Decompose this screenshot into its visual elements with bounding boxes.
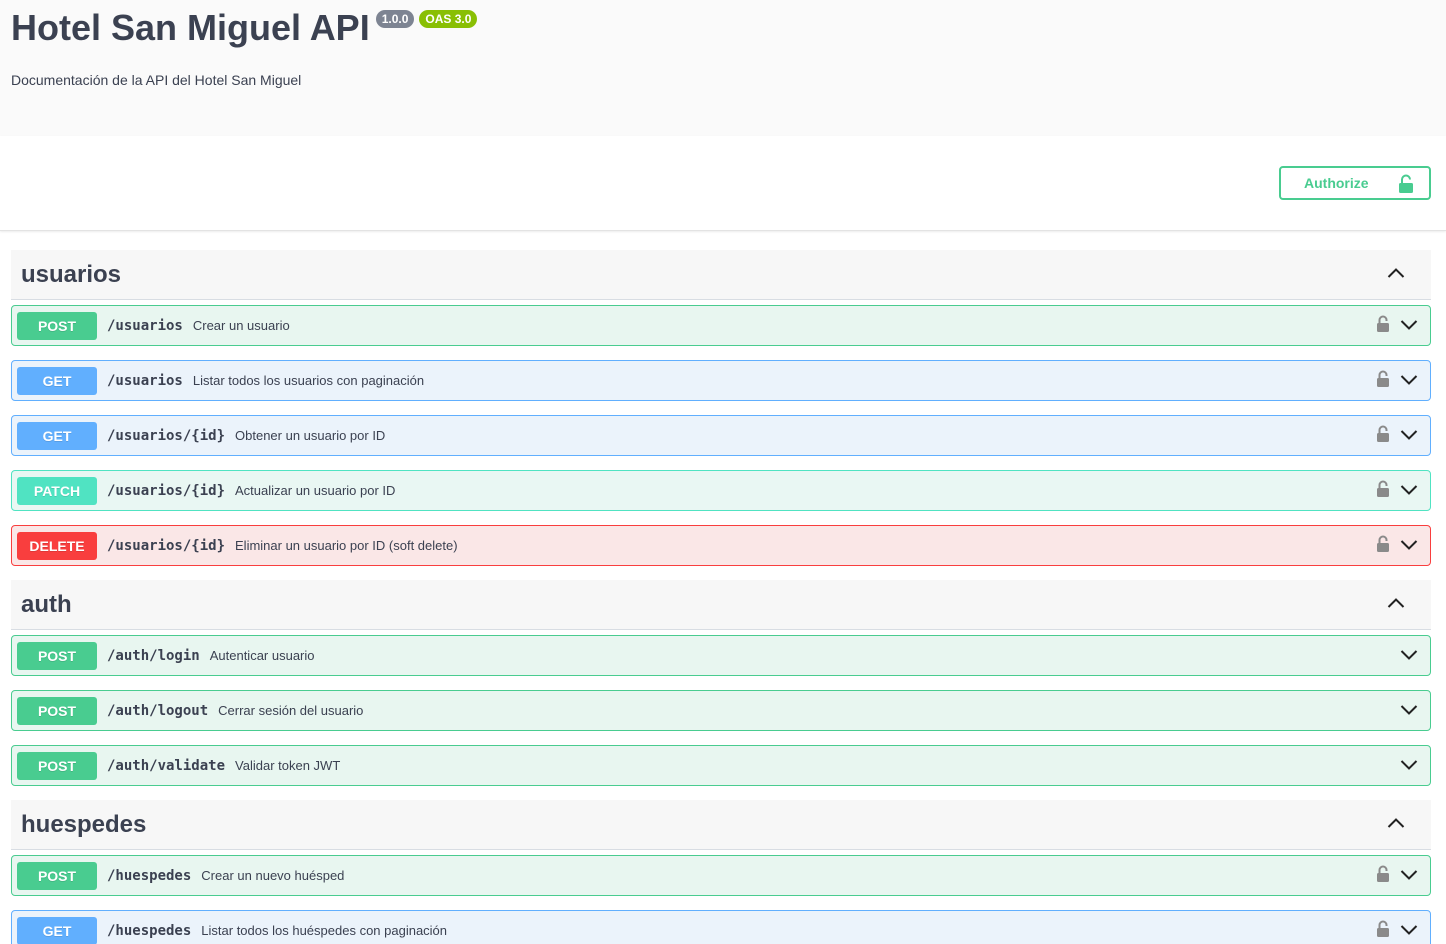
chevron-up-icon[interactable]: [1387, 266, 1405, 284]
api-description: Documentación de la API del Hotel San Mi…: [11, 72, 302, 88]
tag-section-usuarios: usuarios POST/usuarios Crear un usuario GET…: [11, 250, 1431, 566]
tag-header-usuarios[interactable]: usuarios: [11, 250, 1431, 300]
lock-icon: [1399, 174, 1413, 193]
method-badge: POST: [17, 861, 97, 890]
chevron-down-icon[interactable]: [1400, 538, 1418, 556]
chevron-up-icon[interactable]: [1387, 596, 1405, 614]
version-badge: 1.0.0: [375, 10, 415, 28]
lock-icon[interactable]: [1376, 920, 1390, 943]
method-badge: POST: [17, 311, 97, 340]
operation-path: /auth/login: [107, 647, 200, 664]
operation-row[interactable]: POST/auth/validate Validar token JWT: [11, 745, 1431, 786]
operation-path: /usuarios/{id}: [107, 482, 226, 499]
lock-icon[interactable]: [1376, 370, 1390, 393]
operation-row[interactable]: POST/huespedes Crear un nuevo huésped: [11, 855, 1431, 896]
tag-name: usuarios: [21, 260, 122, 288]
scheme-container: Authorize: [0, 136, 1446, 231]
operation-summary: Listar todos los huéspedes con paginació…: [201, 923, 448, 938]
method-badge: GET: [17, 916, 97, 944]
method-badge: GET: [17, 366, 97, 395]
operation-path: /usuarios: [107, 317, 183, 334]
operation-row[interactable]: DELETE/usuarios/{id} Eliminar un usuario …: [11, 525, 1431, 566]
operation-row[interactable]: GET/usuarios/{id} Obtener un usuario por …: [11, 415, 1431, 456]
operation-path: /auth/validate: [107, 757, 226, 774]
method-badge: POST: [17, 696, 97, 725]
operation-path: /huespedes: [107, 867, 192, 884]
method-badge: POST: [17, 641, 97, 670]
chevron-down-icon[interactable]: [1400, 373, 1418, 391]
authorize-button[interactable]: Authorize: [1279, 166, 1431, 200]
lock-icon[interactable]: [1376, 480, 1390, 503]
operation-path: /auth/logout: [107, 702, 209, 719]
page-title: Hotel San Miguel API: [11, 7, 370, 48]
operation-path: /usuarios: [107, 372, 183, 389]
lock-icon[interactable]: [1376, 535, 1390, 558]
chevron-down-icon[interactable]: [1400, 428, 1418, 446]
operation-summary: Listar todos los usuarios con paginación: [192, 373, 425, 388]
chevron-down-icon[interactable]: [1400, 318, 1418, 336]
operation-summary: Obtener un usuario por ID: [235, 428, 386, 443]
operation-row[interactable]: POST/usuarios Crear un usuario: [11, 305, 1431, 346]
method-badge: GET: [17, 421, 97, 450]
operation-summary: Autenticar usuario: [209, 648, 315, 663]
chevron-down-icon[interactable]: [1400, 483, 1418, 501]
method-badge: PATCH: [17, 476, 97, 505]
operation-summary: Eliminar un usuario por ID (soft delete): [235, 538, 458, 553]
chevron-down-icon[interactable]: [1400, 648, 1418, 666]
method-badge: POST: [17, 751, 97, 780]
chevron-down-icon[interactable]: [1400, 758, 1418, 776]
lock-icon[interactable]: [1376, 865, 1390, 888]
tag-header-huespedes[interactable]: huespedes: [11, 800, 1431, 850]
method-badge: DELETE: [17, 531, 97, 560]
operation-summary: Actualizar un usuario por ID: [235, 483, 396, 498]
operation-row[interactable]: GET/usuarios Listar todos los usuarios co…: [11, 360, 1431, 401]
operation-path: /huespedes: [107, 922, 192, 939]
operation-row[interactable]: POST/auth/logout Cerrar sesión del usuari…: [11, 690, 1431, 731]
operation-row[interactable]: GET/huespedes Listar todos los huéspedes …: [11, 910, 1431, 944]
lock-icon[interactable]: [1376, 315, 1390, 338]
operation-row[interactable]: POST/auth/login Autenticar usuario: [11, 635, 1431, 676]
oas-badge: OAS 3.0: [419, 10, 478, 28]
chevron-down-icon[interactable]: [1400, 703, 1418, 721]
info-section: Hotel San Miguel API 1.0.0 OAS 3.0 Docum…: [0, 0, 1446, 136]
operations-list: usuarios POST/usuarios Crear un usuario GET…: [11, 250, 1431, 944]
operation-summary: Validar token JWT: [235, 758, 341, 773]
tag-section-auth: auth POST/auth/login Autenticar usuario POS…: [11, 580, 1431, 786]
operation-path: /usuarios/{id}: [107, 537, 226, 554]
chevron-up-icon[interactable]: [1387, 816, 1405, 834]
operation-row[interactable]: PATCH/usuarios/{id} Actualizar un usuario…: [11, 470, 1431, 511]
operation-summary: Cerrar sesión del usuario: [218, 703, 364, 718]
authorize-label: Authorize: [1304, 175, 1369, 191]
chevron-down-icon[interactable]: [1400, 923, 1418, 941]
lock-icon[interactable]: [1376, 425, 1390, 448]
chevron-down-icon[interactable]: [1400, 868, 1418, 886]
operation-summary: Crear un usuario: [192, 318, 290, 333]
tag-header-auth[interactable]: auth: [11, 580, 1431, 630]
tag-section-huespedes: huespedes POST/huespedes Crear un nuevo hu…: [11, 800, 1431, 944]
tag-name: huespedes: [21, 810, 147, 838]
operation-summary: Crear un nuevo huésped: [201, 868, 345, 883]
tag-name: auth: [21, 590, 72, 618]
operation-path: /usuarios/{id}: [107, 427, 226, 444]
